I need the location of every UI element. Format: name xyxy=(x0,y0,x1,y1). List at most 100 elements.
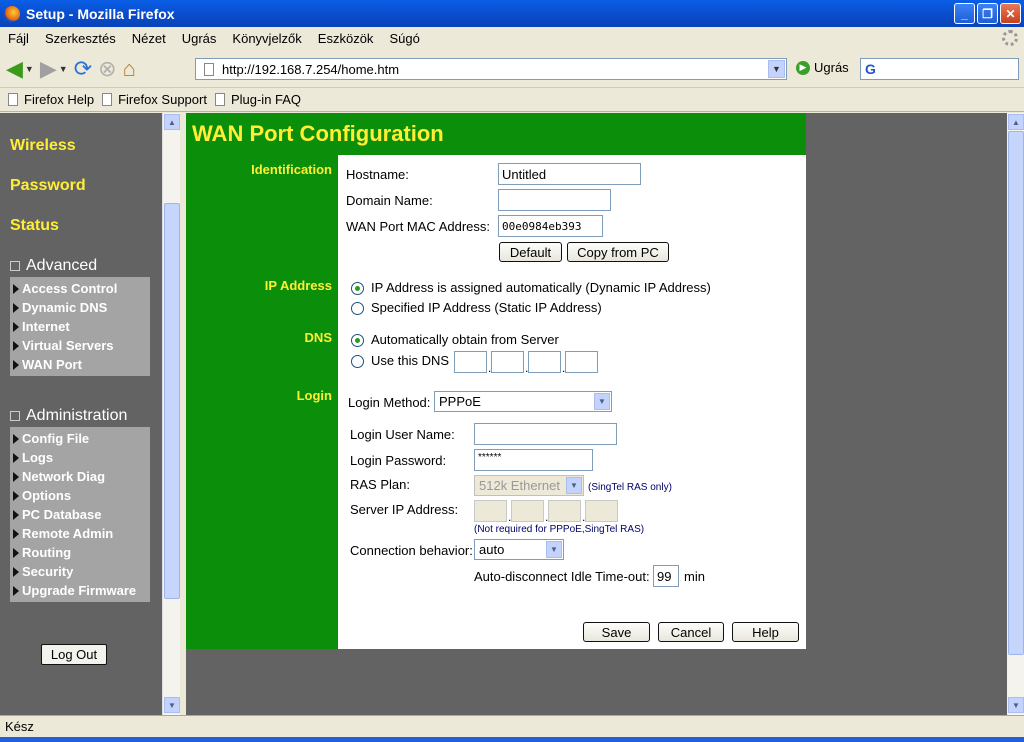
menu-view[interactable]: Nézet xyxy=(124,31,174,46)
sidebar-item-label: Upgrade Firmware xyxy=(22,583,137,598)
triangle-right-icon xyxy=(13,509,19,520)
menu-edit[interactable]: Szerkesztés xyxy=(37,31,124,46)
triangle-right-icon xyxy=(13,452,19,463)
password-input[interactable]: ****** xyxy=(474,449,593,471)
main-scrollbar[interactable]: ▲ ▼ xyxy=(1007,113,1024,715)
close-icon[interactable]: ✕ xyxy=(1000,3,1021,24)
menu-bookmarks[interactable]: Könyvjelzők xyxy=(224,31,309,46)
sidebar-item-label: Options xyxy=(22,488,72,503)
section-label-identification: Identification xyxy=(251,162,332,177)
dns-auto-radio[interactable] xyxy=(351,334,364,347)
window-title: Setup - Mozilla Firefox xyxy=(26,5,175,22)
bookmark-firefox-help[interactable]: Firefox Help xyxy=(8,92,94,107)
idle-timeout-input[interactable]: 99 xyxy=(653,565,679,587)
browser-content: Wireless Password Status Advanced Access… xyxy=(0,113,1024,715)
hostname-input[interactable]: Untitled xyxy=(498,163,641,185)
sidebar-frame: Wireless Password Status Advanced Access… xyxy=(0,113,162,715)
dns-octet-4[interactable] xyxy=(565,351,598,373)
menu-go[interactable]: Ugrás xyxy=(174,31,225,46)
dns-octet-1[interactable] xyxy=(454,351,487,373)
sidebar-item-wan-port[interactable]: WAN Port xyxy=(10,355,150,374)
back-arrow-icon[interactable]: ◀ xyxy=(6,56,23,82)
google-icon[interactable]: G xyxy=(865,61,876,77)
scroll-down-icon[interactable]: ▼ xyxy=(164,697,180,713)
sidebar-link-status[interactable]: Status xyxy=(10,217,59,235)
bookmark-plugin-faq[interactable]: Plug-in FAQ xyxy=(214,92,302,107)
scroll-up-icon[interactable]: ▲ xyxy=(1008,114,1024,130)
minimize-icon[interactable]: _ xyxy=(954,3,975,24)
sidebar-item-logs[interactable]: Logs xyxy=(10,448,150,467)
login-method-select[interactable]: PPPoE ▼ xyxy=(434,391,612,412)
dns-octet-3[interactable] xyxy=(528,351,561,373)
scroll-up-icon[interactable]: ▲ xyxy=(164,114,180,130)
server-ip-octet-2 xyxy=(511,500,544,522)
domain-label: Domain Name: xyxy=(346,193,433,208)
server-ip-note: (Not required for PPPoE,SingTel RAS) xyxy=(474,524,645,535)
help-button[interactable]: Help xyxy=(732,622,799,642)
scroll-down-icon[interactable]: ▼ xyxy=(1008,697,1024,713)
ip-dynamic-radio[interactable] xyxy=(351,282,364,295)
save-button[interactable]: Save xyxy=(583,622,650,642)
username-input[interactable] xyxy=(474,423,617,445)
cancel-button[interactable]: Cancel xyxy=(658,622,724,642)
copy-from-pc-button[interactable]: Copy from PC xyxy=(567,242,669,262)
menu-bar: Fájl Szerkesztés Nézet Ugrás Könyvjelzők… xyxy=(0,27,1024,50)
scrollbar-thumb[interactable] xyxy=(164,203,180,599)
sidebar-item-pc-database[interactable]: PC Database xyxy=(10,505,150,524)
home-icon[interactable]: ⌂ xyxy=(123,56,136,82)
address-bar[interactable]: http://192.168.7.254/home.htm ▼ xyxy=(195,58,787,80)
sidebar-scrollbar[interactable]: ▲ ▼ xyxy=(162,113,180,715)
sidebar-item-dynamic-dns[interactable]: Dynamic DNS xyxy=(10,298,150,317)
triangle-right-icon xyxy=(13,490,19,501)
reload-icon[interactable]: ⟳ xyxy=(74,56,92,82)
section-heading: Administration xyxy=(26,407,128,424)
search-input[interactable]: G xyxy=(860,58,1019,80)
sidebar-link-password[interactable]: Password xyxy=(10,177,86,195)
sidebar-item-access-control[interactable]: Access Control xyxy=(10,279,150,298)
sidebar-section-advanced[interactable]: Advanced xyxy=(10,257,97,275)
bookmarks-toolbar: Firefox Help Firefox Support Plug-in FAQ xyxy=(0,88,1024,112)
connection-select[interactable]: auto ▼ xyxy=(474,539,564,560)
triangle-right-icon xyxy=(13,585,19,596)
sidebar-item-virtual-servers[interactable]: Virtual Servers xyxy=(10,336,150,355)
sidebar-item-upgrade-firmware[interactable]: Upgrade Firmware xyxy=(10,581,150,600)
menu-tools[interactable]: Eszközök xyxy=(310,31,382,46)
back-history-dropdown-icon[interactable]: ▼ xyxy=(25,64,34,74)
sidebar-item-internet[interactable]: Internet xyxy=(10,317,150,336)
scrollbar-thumb[interactable] xyxy=(1008,131,1024,655)
logout-button[interactable]: Log Out xyxy=(41,644,107,665)
mac-input[interactable]: 00e0984eb393 xyxy=(498,215,603,237)
sidebar-item-config-file[interactable]: Config File xyxy=(10,429,150,448)
sidebar-link-wireless[interactable]: Wireless xyxy=(10,137,76,155)
wan-config-panel: WAN Port Configuration Identification IP… xyxy=(186,113,806,649)
domain-input[interactable] xyxy=(498,189,611,211)
sidebar-item-options[interactable]: Options xyxy=(10,486,150,505)
restore-icon[interactable]: ❐ xyxy=(977,3,998,24)
dns-octet-2[interactable] xyxy=(491,351,524,373)
default-button[interactable]: Default xyxy=(499,242,562,262)
select-value: 512k Ethernet xyxy=(479,478,560,493)
chevron-down-icon[interactable]: ▼ xyxy=(768,60,785,78)
triangle-right-icon xyxy=(13,566,19,577)
bookmark-firefox-support[interactable]: Firefox Support xyxy=(102,92,207,107)
bookmark-label: Plug-in FAQ xyxy=(230,92,302,107)
stop-icon[interactable]: ⊗ xyxy=(98,56,116,82)
checkbox-icon xyxy=(10,261,20,271)
sidebar-item-remote-admin[interactable]: Remote Admin xyxy=(10,524,150,543)
sidebar-item-routing[interactable]: Routing xyxy=(10,543,150,562)
ip-static-radio[interactable] xyxy=(351,302,364,315)
section-label-ip-address: IP Address xyxy=(264,278,332,293)
sidebar-item-network-diag[interactable]: Network Diag xyxy=(10,467,150,486)
server-ip-octet-3 xyxy=(548,500,581,522)
ras-plan-label: RAS Plan: xyxy=(350,477,410,492)
go-button[interactable]: ▶ Ugrás xyxy=(796,60,849,75)
menu-help[interactable]: Súgó xyxy=(381,31,427,46)
dns-manual-radio[interactable] xyxy=(351,355,364,368)
sidebar-section-administration[interactable]: Administration xyxy=(10,407,127,425)
section-label-login: Login xyxy=(296,388,332,403)
sidebar-item-security[interactable]: Security xyxy=(10,562,150,581)
forward-arrow-icon[interactable]: ▶ xyxy=(40,56,57,82)
bookmark-label: Firefox Support xyxy=(118,92,207,107)
menu-file[interactable]: Fájl xyxy=(0,31,37,46)
forward-history-dropdown-icon[interactable]: ▼ xyxy=(59,64,68,74)
